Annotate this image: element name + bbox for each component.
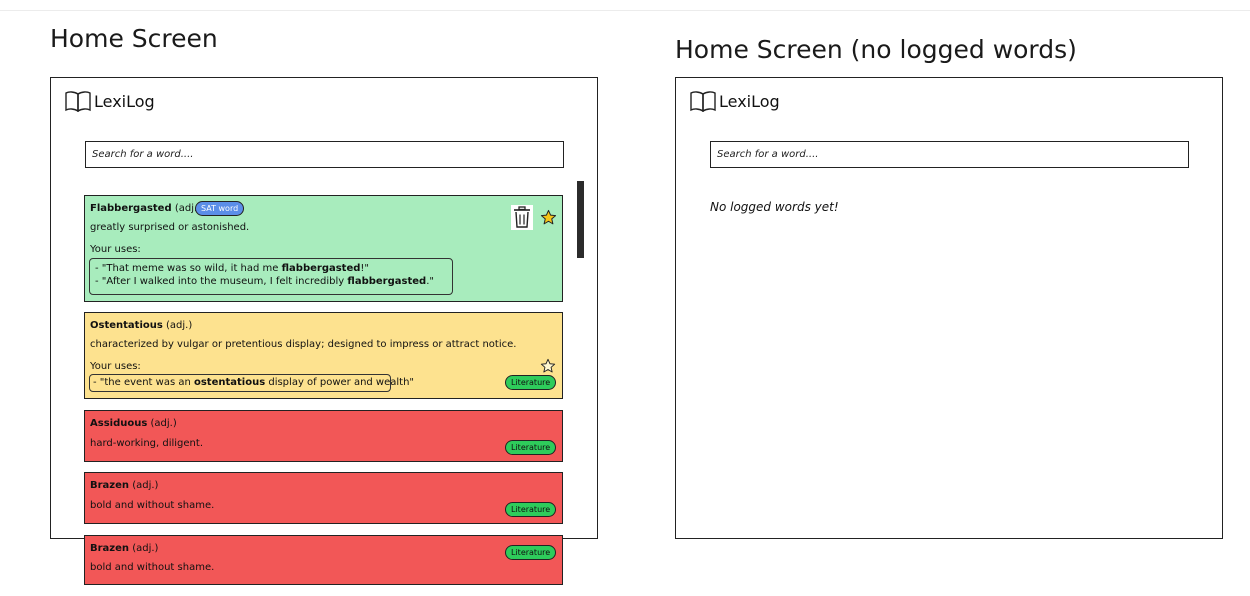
screen-title-home: Home Screen — [50, 24, 218, 53]
card-pos: (adj.) — [166, 320, 193, 331]
search-input[interactable]: Search for a word.... — [85, 141, 564, 168]
card-definition: hard-working, diligent. — [90, 438, 203, 449]
card-heading: Brazen (adj.) — [90, 480, 158, 491]
use-line: - "the event was an ostentatious display… — [93, 377, 415, 388]
card-definition: characterized by vulgar or pretentious d… — [90, 339, 517, 350]
search-placeholder: Search for a word.... — [92, 149, 194, 160]
search-placeholder: Search for a word.... — [717, 149, 819, 160]
card-word: Flabbergasted — [90, 203, 172, 214]
card-word: Brazen — [90, 543, 130, 554]
literature-tag: Literature — [505, 440, 557, 455]
search-input[interactable]: Search for a word.... — [710, 141, 1189, 168]
sat-word-badge: SAT word — [195, 201, 245, 216]
literature-tag: Literature — [505, 502, 557, 517]
top-divider — [0, 10, 1250, 11]
star-icon[interactable] — [540, 209, 557, 226]
empty-state-message: No logged words yet! — [710, 200, 839, 214]
card-pos: (adj.) — [132, 543, 159, 554]
card-heading: Flabbergasted (adj.) — [90, 203, 201, 214]
literature-tag: Literature — [505, 545, 557, 560]
word-card-brazen-overflow[interactable]: Brazen (adj.) bold and without shame. Li… — [84, 535, 563, 585]
word-card-flabbergasted[interactable]: Flabbergasted (adj.) SAT word greatly su… — [84, 195, 563, 302]
card-definition: greatly surprised or astonished. — [90, 222, 250, 233]
card-word: Ostentatious — [90, 320, 163, 331]
app-brand[interactable]: LexiLog — [64, 90, 155, 112]
open-book-icon — [690, 91, 716, 112]
open-book-icon — [65, 91, 91, 112]
brand-name: LexiLog — [719, 91, 780, 111]
brand-name: LexiLog — [94, 91, 155, 111]
card-definition: bold and without shame. — [90, 562, 215, 573]
card-uses-label: Your uses: — [90, 361, 141, 372]
card-uses-label: Your uses: — [90, 244, 141, 255]
card-heading: Ostentatious (adj.) — [90, 320, 192, 331]
app-brand[interactable]: LexiLog — [689, 90, 780, 112]
card-pos: (adj.) — [132, 480, 159, 491]
trash-icon[interactable] — [511, 205, 533, 230]
word-card-brazen[interactable]: Brazen (adj.) bold and without shame. Li… — [84, 472, 563, 524]
card-pos: (adj.) — [150, 418, 177, 429]
scrollbar[interactable] — [577, 181, 584, 258]
card-definition: bold and without shame. — [90, 500, 215, 511]
card-heading: Assiduous (adj.) — [90, 418, 177, 429]
card-word: Brazen — [90, 480, 130, 491]
screen-title-empty: Home Screen (no logged words) — [675, 35, 1077, 64]
card-uses-box: - "That meme was so wild, it had me flab… — [89, 258, 453, 295]
star-outline-icon[interactable] — [540, 358, 556, 374]
card-heading: Brazen (adj.) — [90, 543, 158, 554]
card-uses-box: - "the event was an ostentatious display… — [89, 374, 415, 392]
use-line: - "That meme was so wild, it had me flab… — [95, 263, 370, 274]
word-card-ostentatious[interactable]: Ostentatious (adj.) characterized by vul… — [84, 312, 563, 399]
use-line: - "After I walked into the museum, I fel… — [95, 276, 434, 287]
card-word: Assiduous — [90, 418, 148, 429]
literature-tag: Literature — [505, 375, 557, 390]
word-card-assiduous[interactable]: Assiduous (adj.) hard-working, diligent.… — [84, 410, 563, 462]
